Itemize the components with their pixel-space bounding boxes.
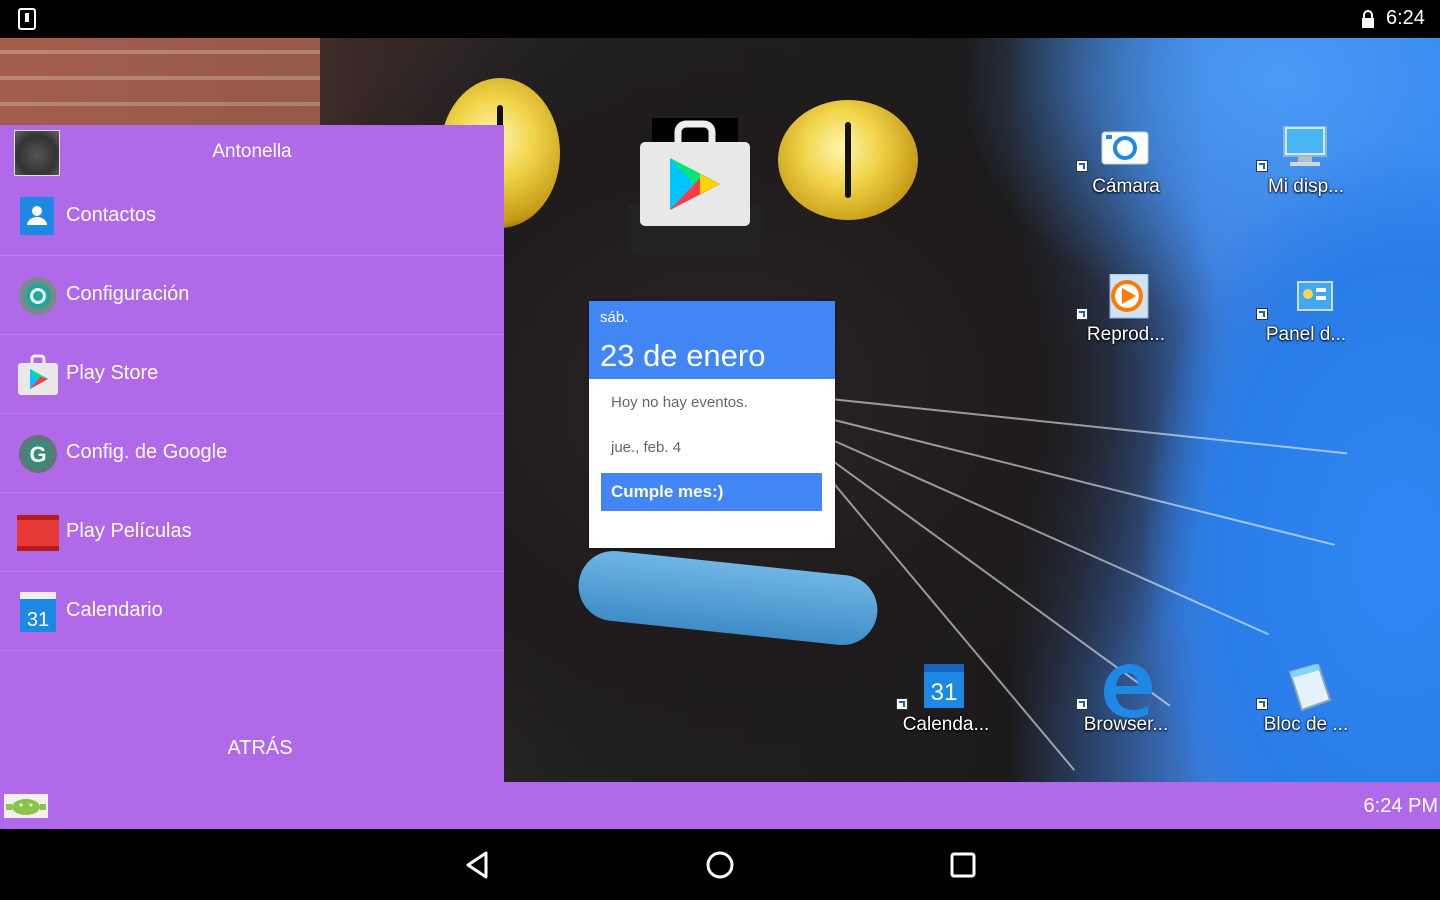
home-icon[interactable] (704, 849, 736, 881)
edge-browser-icon (1104, 664, 1152, 718)
android-start-icon[interactable] (4, 794, 48, 818)
shortcut-label: Reprod... (1086, 324, 1166, 345)
widget-header: sáb. 23 de enero (589, 301, 835, 379)
back-icon[interactable] (462, 849, 494, 881)
cat-collar (575, 547, 881, 649)
menu-item-contactos[interactable]: Contactos (0, 177, 504, 256)
calendar-icon: 31 (20, 592, 56, 632)
lock-icon (1362, 10, 1374, 28)
shortcut-arrow-icon (1076, 308, 1088, 320)
status-bar: 6:24 (0, 0, 1440, 38)
no-events-text: Hoy no hay eventos. (611, 394, 748, 411)
calendar-widget[interactable]: sáb. 23 de enero Hoy no hay eventos. jue… (589, 301, 835, 548)
menu-item-config-google[interactable]: G Config. de Google (0, 414, 504, 493)
menu-item-calendario[interactable]: 31 Calendario (0, 572, 504, 651)
start-menu-drawer: Antonella Contactos Configuración Play S… (0, 125, 504, 782)
shortcut-label: Mi disp... (1267, 176, 1345, 197)
shortcut-panel[interactable]: Panel d... (1236, 274, 1376, 364)
shortcut-arrow-icon (1076, 698, 1088, 710)
google-settings-icon: G (19, 435, 57, 473)
shortcut-camara[interactable]: Cámara (1056, 126, 1196, 216)
widget-day: sáb. (600, 309, 629, 326)
widget-date: 23 de enero (600, 338, 766, 373)
menu-item-label: Config. de Google (66, 441, 228, 463)
taskbar-clock: 6:24 PM (1363, 795, 1438, 817)
control-panel-icon (1297, 281, 1333, 311)
shortcut-arrow-icon (1256, 308, 1268, 320)
shortcut-bloc[interactable]: Bloc de ... (1236, 664, 1376, 754)
drawer-header[interactable]: Antonella (0, 125, 504, 177)
back-button[interactable]: ATRÁS (0, 737, 520, 760)
shortcut-calendario[interactable]: 31 Calenda... (876, 664, 1016, 754)
shortcut-label: Browser... (1083, 714, 1169, 735)
svg-text:G: G (29, 442, 46, 467)
shortcut-label: Cámara (1092, 176, 1160, 197)
taskbar: 6:24 PM (0, 782, 1440, 829)
svg-text:31: 31 (27, 609, 49, 631)
play-movies-icon (17, 515, 59, 551)
calendar-badge: 31 (931, 679, 958, 706)
navigation-bar (0, 829, 1440, 900)
menu-item-label: Play Store (66, 362, 159, 384)
event-item[interactable]: Cumple mes:) (601, 473, 822, 511)
menu-item-play-store[interactable]: Play Store (0, 335, 504, 414)
status-clock: 6:24 (1386, 7, 1425, 29)
shortcut-arrow-icon (1256, 160, 1268, 172)
shortcut-mi-disp[interactable]: Mi disp... (1236, 126, 1376, 216)
shortcut-browser[interactable]: Browser... (1056, 664, 1196, 754)
menu-item-label: Play Películas (66, 520, 192, 542)
shortcut-label: Panel d... (1265, 324, 1347, 345)
menu-item-label: Contactos (66, 204, 157, 226)
shortcut-arrow-icon (1256, 698, 1268, 710)
play-store-icon (18, 354, 58, 395)
shortcut-arrow-icon (896, 698, 908, 710)
cat-eye-right (778, 100, 918, 220)
contacts-icon (20, 197, 54, 235)
menu-item-label: Configuración (66, 283, 190, 305)
menu-item-configuracion[interactable]: Configuración (0, 256, 504, 335)
camera-icon (1101, 131, 1149, 165)
media-player-icon (1109, 274, 1149, 319)
whisker (829, 398, 1348, 455)
shortcut-reprod[interactable]: Reprod... (1056, 274, 1196, 364)
shortcut-label: Bloc de ... (1263, 714, 1349, 735)
notepad-icon (1288, 664, 1332, 712)
whisker (829, 438, 1269, 636)
menu-item-label: Calendario (66, 599, 163, 621)
calendar-icon: 31 (924, 664, 964, 708)
settings-icon (19, 277, 57, 315)
user-name: Antonella (212, 141, 292, 162)
play-store-icon[interactable] (628, 118, 762, 253)
sdcard-icon (18, 8, 36, 30)
recents-icon[interactable] (947, 849, 979, 881)
computer-icon (1283, 126, 1327, 166)
shortcut-label: Calenda... (902, 714, 990, 735)
next-event-date: jue., feb. 4 (611, 439, 682, 456)
whisker (829, 418, 1335, 546)
menu-item-play-peliculas[interactable]: Play Películas (0, 493, 504, 572)
shortcut-arrow-icon (1076, 160, 1088, 172)
wallpaper-bricks (0, 38, 320, 128)
